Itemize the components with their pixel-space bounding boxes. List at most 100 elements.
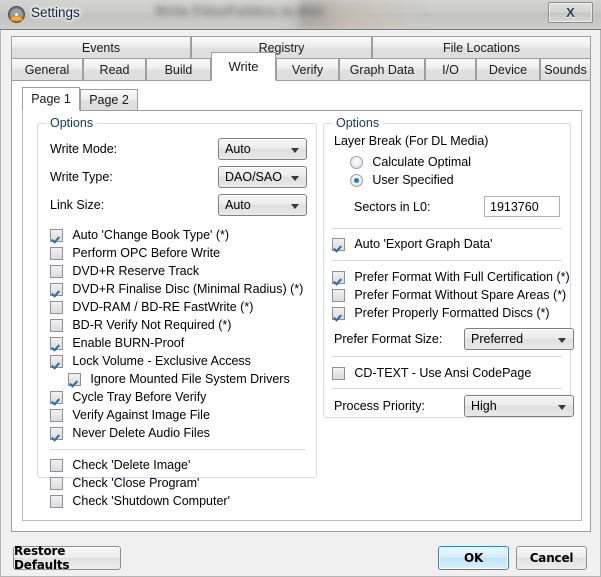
checkbox-check-close-program[interactable]: Check 'Close Program' <box>50 475 199 492</box>
checkbox-indicator[interactable] <box>332 271 345 284</box>
checkbox-cdtext-ansi-codepage[interactable]: CD-TEXT - Use Ansi CodePage <box>332 365 531 382</box>
checkbox-check-delete-image[interactable]: Check 'Delete Image' <box>50 457 190 474</box>
tab-device[interactable]: Device <box>476 58 540 81</box>
sectors-in-l0-input[interactable]: 1913760 <box>484 196 560 217</box>
process-priority-combobox[interactable]: High <box>464 395 574 417</box>
right-options-group: Options Layer Break (For DL Media) Calcu… <box>323 116 574 418</box>
checkbox-indicator[interactable] <box>332 367 345 380</box>
checkbox-prefer-properly-formatted-discs[interactable]: Prefer Properly Formatted Discs (*) <box>332 305 550 322</box>
tab-build[interactable]: Build <box>146 58 211 81</box>
checkbox-label: Ignore Mounted File System Drivers <box>90 372 290 386</box>
checkbox-label: DVD-RAM / BD-RE FastWrite (*) <box>72 300 254 314</box>
combobox-value: Auto <box>225 198 251 212</box>
chevron-down-icon <box>291 176 299 181</box>
checkbox-indicator[interactable] <box>332 289 345 302</box>
tab-io[interactable]: I/O <box>425 58 476 81</box>
tab-label: I/O <box>442 62 459 77</box>
checkbox-indicator[interactable] <box>50 495 63 508</box>
checkbox-label: Prefer Format With Full Certification (*… <box>354 270 570 284</box>
checkbox-dvdplusr-finalise-disc[interactable]: DVD+R Finalise Disc (Minimal Radius) (*) <box>50 281 303 298</box>
checkbox-indicator[interactable] <box>50 391 63 404</box>
checkbox-label: CD-TEXT - Use Ansi CodePage <box>354 366 532 380</box>
checkbox-indicator[interactable] <box>50 477 63 490</box>
checkbox-dvdplusr-reserve-track[interactable]: DVD+R Reserve Track <box>50 263 199 280</box>
checkbox-indicator[interactable] <box>332 238 345 251</box>
checkbox-indicator[interactable] <box>68 373 81 386</box>
tab-graph-data[interactable]: Graph Data <box>339 58 425 81</box>
checkbox-bdr-verify-not-required[interactable]: BD-R Verify Not Required (*) <box>50 317 231 334</box>
restore-defaults-button[interactable]: Restore Defaults <box>13 544 121 572</box>
checkbox-indicator[interactable] <box>50 427 63 440</box>
checkbox-auto-export-graph-data[interactable]: Auto 'Export Graph Data' <box>332 236 493 253</box>
checkbox-label: Check 'Delete Image' <box>72 458 191 472</box>
input-value: 1913760 <box>490 200 539 214</box>
combobox-value: Preferred <box>471 332 524 346</box>
tab-page-1[interactable]: Page 1 <box>22 87 80 111</box>
checkbox-indicator[interactable] <box>50 265 63 278</box>
tab-write[interactable]: Write <box>211 52 276 81</box>
write-type-combobox[interactable]: DAO/SAO <box>218 166 307 188</box>
checkbox-check-shutdown-computer[interactable]: Check 'Shutdown Computer' <box>50 493 230 510</box>
checkbox-indicator[interactable] <box>50 247 63 260</box>
tab-page-2[interactable]: Page 2 <box>80 89 138 111</box>
radio-indicator[interactable] <box>350 156 363 169</box>
checkbox-prefer-format-full-certification[interactable]: Prefer Format With Full Certification (*… <box>332 269 570 286</box>
tab-label: Graph Data <box>349 62 415 77</box>
checkbox-enable-burn-proof[interactable]: Enable BURN-Proof <box>50 335 184 352</box>
radio-calculate-optimal[interactable]: Calculate Optimal <box>350 154 471 171</box>
page-1-content: Options Write Mode: Auto Write Type: DAO… <box>22 110 582 521</box>
button-label: OK <box>463 551 484 565</box>
ok-button[interactable]: OK <box>438 546 509 570</box>
checkbox-indicator[interactable] <box>50 459 63 472</box>
tab-label: Device <box>488 62 528 77</box>
checkbox-indicator[interactable] <box>50 355 63 368</box>
cancel-button[interactable]: Cancel <box>516 546 587 570</box>
checkbox-lock-volume-exclusive-access[interactable]: Lock Volume - Exclusive Access <box>50 353 251 370</box>
checkbox-indicator[interactable] <box>50 301 63 314</box>
divider <box>332 260 562 261</box>
tab-read[interactable]: Read <box>83 58 146 81</box>
right-options-legend: Options <box>332 116 384 130</box>
checkbox-indicator[interactable] <box>50 337 63 350</box>
checkbox-perform-opc-before-write[interactable]: Perform OPC Before Write <box>50 245 220 262</box>
combobox-value: DAO/SAO <box>225 170 282 184</box>
checkbox-label: Prefer Properly Formatted Discs (*) <box>354 306 550 320</box>
divider <box>50 449 306 450</box>
checkbox-indicator[interactable] <box>50 409 63 422</box>
tab-file-locations[interactable]: File Locations <box>372 36 591 59</box>
prefer-format-size-combobox[interactable]: Preferred <box>464 328 574 350</box>
checkbox-indicator[interactable] <box>332 307 345 320</box>
tab-row-upper: Events Registry File Locations <box>11 36 591 59</box>
left-options-group: Options Write Mode: Auto Write Type: DAO… <box>37 116 317 508</box>
checkbox-verify-against-image-file[interactable]: Verify Against Image File <box>50 407 210 424</box>
close-icon: X <box>566 5 575 20</box>
checkbox-never-delete-audio-files[interactable]: Never Delete Audio Files <box>50 425 210 442</box>
checkbox-indicator[interactable] <box>50 229 63 242</box>
write-mode-combobox[interactable]: Auto <box>218 138 307 160</box>
tab-verify[interactable]: Verify <box>276 58 339 81</box>
tab-general[interactable]: General <box>11 58 83 81</box>
checkbox-label: Prefer Format Without Spare Areas (*) <box>354 288 567 302</box>
tab-label: Write <box>228 59 259 74</box>
checkbox-ignore-mounted-file-system-drivers[interactable]: Ignore Mounted File System Drivers <box>68 371 290 388</box>
checkbox-auto-change-book-type[interactable]: Auto 'Change Book Type' (*) <box>50 227 229 244</box>
checkbox-indicator[interactable] <box>50 319 63 332</box>
tab-events[interactable]: Events <box>11 36 191 59</box>
radio-user-specified[interactable]: User Specified <box>350 172 454 189</box>
tab-label: Events <box>81 40 121 55</box>
checkbox-label: BD-R Verify Not Required (*) <box>72 318 232 332</box>
settings-window: Write Files/Folders to disc Settings X E… <box>0 0 601 577</box>
link-size-combobox[interactable]: Auto <box>218 194 307 216</box>
checkbox-indicator[interactable] <box>50 283 63 296</box>
checkbox-dvdram-bdre-fastwrite[interactable]: DVD-RAM / BD-RE FastWrite (*) <box>50 299 253 316</box>
prefer-format-size-label: Prefer Format Size: <box>334 332 443 346</box>
checkbox-label: DVD+R Reserve Track <box>72 264 200 278</box>
close-button[interactable]: X <box>548 2 593 23</box>
checkbox-label: DVD+R Finalise Disc (Minimal Radius) (*) <box>72 282 304 296</box>
tab-sounds[interactable]: Sounds <box>540 58 591 81</box>
checkbox-label: Never Delete Audio Files <box>72 426 210 440</box>
radio-indicator[interactable] <box>350 174 363 187</box>
link-size-label: Link Size: <box>50 198 105 212</box>
checkbox-cycle-tray-before-verify[interactable]: Cycle Tray Before Verify <box>50 389 206 406</box>
checkbox-prefer-format-without-spare-areas[interactable]: Prefer Format Without Spare Areas (*) <box>332 287 566 304</box>
